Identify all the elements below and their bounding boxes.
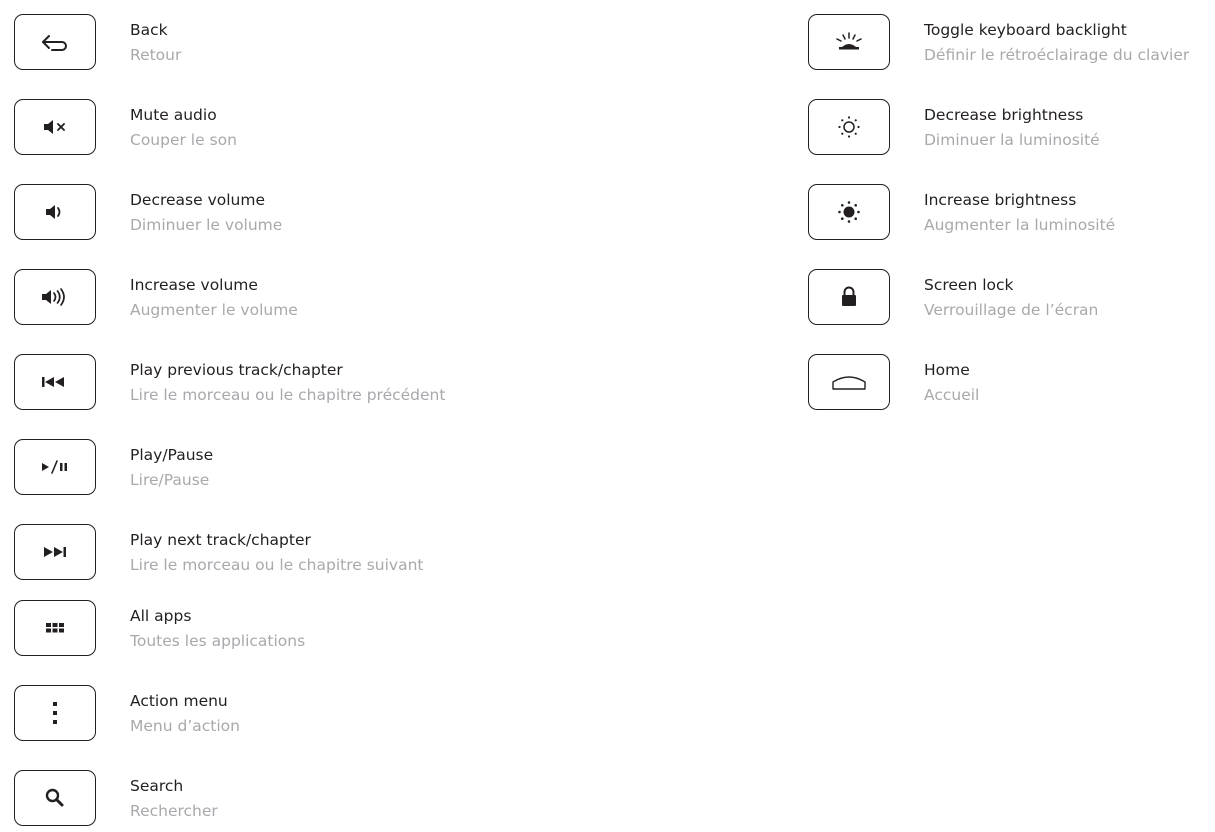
shortcut-label: Play/Pause Lire/Pause (130, 444, 213, 491)
app-grid-icon (46, 623, 64, 633)
english-description: Play/Pause (130, 446, 214, 464)
shortcut-row-bright-up: Increase brightness Augmenter la luminos… (808, 184, 1215, 244)
shortcut-label: Search Rechercher (130, 775, 218, 822)
french-description: Rechercher (130, 802, 218, 820)
shortcut-row-back: Back Retour (14, 14, 434, 74)
english-description: Back (130, 21, 168, 39)
shortcut-row-bright-down: Decrease brightness Diminuer la luminosi… (808, 99, 1215, 159)
playpause-key (14, 439, 96, 495)
shortcut-label: Play previous track/chapter Lire le morc… (130, 359, 445, 406)
shortcut-label: Play next track/chapter Lire le morceau … (130, 529, 423, 576)
english-description: Increase volume (130, 276, 258, 294)
french-description: Définir le rétroéclairage du clavier (924, 46, 1190, 64)
shortcut-row-apps: All apps Toutes les applications (14, 600, 434, 660)
shortcut-label: Toggle keyboard backlight Définir le rét… (924, 19, 1189, 66)
shortcut-row-lock: Screen lock Verrouillage de l’écran (808, 269, 1215, 329)
back-arrow-icon (42, 35, 67, 51)
vol-down-key (14, 184, 96, 240)
padlock-icon (842, 286, 856, 306)
speaker-low-icon (46, 205, 61, 219)
vertical-dots-icon (53, 702, 57, 724)
sun-filled-icon (838, 201, 860, 223)
bright-up-key (808, 184, 890, 240)
shortcut-label: Decrease volume Diminuer le volume (130, 189, 282, 236)
mute-key (14, 99, 96, 155)
english-description: Mute audio (130, 106, 217, 124)
speaker-mute-icon (44, 120, 65, 134)
english-description: Action menu (130, 692, 228, 710)
french-description: Augmenter le volume (130, 301, 298, 319)
shortcut-label: Screen lock Verrouillage de l’écran (924, 274, 1098, 321)
menu-key (14, 685, 96, 741)
lock-key (808, 269, 890, 325)
shortcut-label: Increase volume Augmenter le volume (130, 274, 298, 321)
sun-outline-icon (838, 116, 860, 138)
shortcut-row-backlight: Toggle keyboard backlight Définir le rét… (808, 14, 1215, 74)
french-description: Lire le morceau ou le chapitre suivant (130, 556, 424, 574)
shortcut-row-vol-up: Increase volume Augmenter le volume (14, 269, 434, 329)
english-description: Screen lock (924, 276, 1014, 294)
shortcut-label: Decrease brightness Diminuer la luminosi… (924, 104, 1100, 151)
back-key (14, 14, 96, 70)
english-description: Decrease volume (130, 191, 266, 209)
bright-down-key (808, 99, 890, 155)
shortcut-label: Back Retour (130, 19, 181, 66)
shortcut-row-menu: Action menu Menu d’action (14, 685, 434, 745)
french-description: Diminuer le volume (130, 216, 283, 234)
french-description: Augmenter la luminosité (924, 216, 1116, 234)
french-description: Couper le son (130, 131, 237, 149)
shortcut-row-home: Home Accueil (808, 354, 1215, 414)
shortcut-row-next: Play next track/chapter Lire le morceau … (14, 524, 434, 584)
backlight-key (808, 14, 890, 70)
shortcut-row-search: Search Rechercher (14, 770, 434, 830)
keyboard-backlight-icon (836, 32, 862, 50)
next-key (14, 524, 96, 580)
home-outline-icon (832, 376, 866, 390)
english-description: All apps (130, 607, 192, 625)
next-track-icon (44, 547, 66, 557)
french-description: Lire/Pause (130, 471, 210, 489)
english-description: Home (924, 361, 970, 379)
french-description: Verrouillage de l’écran (924, 301, 1099, 319)
english-description: Play previous track/chapter (130, 361, 343, 379)
shortcut-label: Home Accueil (924, 359, 979, 406)
shortcut-label: Mute audio Couper le son (130, 104, 237, 151)
shortcut-row-mute: Mute audio Couper le son (14, 99, 434, 159)
french-description: Retour (130, 46, 182, 64)
shortcut-label: Increase brightness Augmenter la luminos… (924, 189, 1115, 236)
vol-up-key (14, 269, 96, 325)
french-description: Accueil (924, 386, 980, 404)
shortcut-row-playpause: Play/Pause Lire/Pause (14, 439, 434, 499)
prev-key (14, 354, 96, 410)
search-key (14, 770, 96, 826)
magnifier-icon (45, 788, 64, 807)
shortcut-row-vol-down: Decrease volume Diminuer le volume (14, 184, 434, 244)
french-description: Lire le morceau ou le chapitre précédent (130, 386, 446, 404)
shortcut-row-prev: Play previous track/chapter Lire le morc… (14, 354, 445, 414)
french-description: Toutes les applications (130, 632, 306, 650)
apps-key (14, 600, 96, 656)
play-pause-icon (42, 460, 67, 474)
french-description: Diminuer la luminosité (924, 131, 1100, 149)
previous-track-icon (42, 377, 64, 387)
shortcut-label: All apps Toutes les applications (130, 605, 305, 652)
english-description: Decrease brightness (924, 106, 1084, 124)
home-key (808, 354, 890, 410)
english-description: Play next track/chapter (130, 531, 311, 549)
shortcut-label: Action menu Menu d’action (130, 690, 240, 737)
speaker-high-icon (42, 288, 65, 306)
english-description: Search (130, 777, 184, 795)
english-description: Toggle keyboard backlight (924, 21, 1127, 39)
french-description: Menu d’action (130, 717, 240, 735)
english-description: Increase brightness (924, 191, 1077, 209)
